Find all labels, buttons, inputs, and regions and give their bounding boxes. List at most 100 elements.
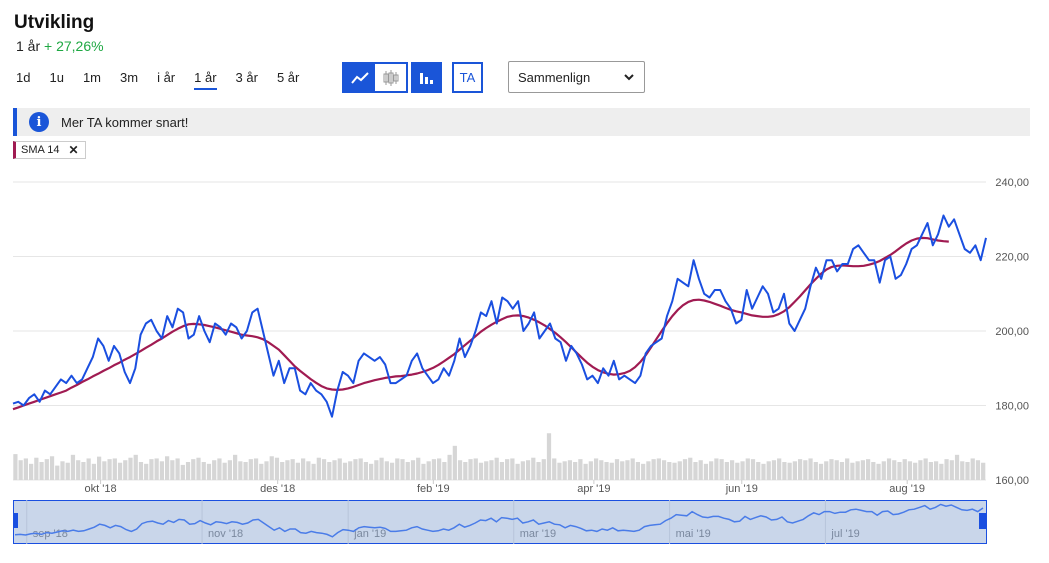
volume-bar — [604, 462, 609, 480]
info-banner-text: Mer TA kommer snart! — [61, 114, 189, 130]
volume-bar — [766, 461, 771, 480]
volume-bar — [159, 461, 165, 480]
volume-bar — [761, 463, 766, 480]
volume-bar — [13, 454, 18, 480]
volume-bar — [180, 464, 185, 480]
volume-bar — [536, 462, 541, 480]
volume-bar — [55, 465, 60, 480]
volume-bar — [965, 462, 970, 480]
volume-bar — [745, 458, 750, 480]
period-ytd[interactable]: i år — [157, 70, 175, 90]
navigator-handle-right[interactable] — [979, 513, 987, 529]
period-5y[interactable]: 5 år — [277, 70, 299, 90]
volume-bar — [886, 458, 892, 480]
volume-bar — [939, 463, 944, 480]
navigator-tick-label: jul '19 — [830, 528, 859, 540]
navigator-handle-left[interactable] — [13, 513, 18, 528]
volume-bar — [374, 460, 379, 480]
volume-bar — [102, 461, 107, 480]
volume-bar — [206, 463, 212, 480]
volume-bar — [614, 459, 620, 480]
volume-bar — [525, 460, 531, 480]
compare-dropdown[interactable]: Sammenlign — [508, 61, 645, 93]
period-1u[interactable]: 1u — [49, 70, 63, 90]
volume-bar — [593, 458, 599, 480]
period-label: 1 år — [16, 38, 41, 54]
compare-dropdown-label: Sammenlign — [518, 69, 591, 85]
period-3y[interactable]: 3 år — [236, 70, 258, 90]
volume-bar — [928, 462, 933, 480]
volume-bar — [133, 454, 138, 480]
period-1d[interactable]: 1d — [16, 70, 30, 90]
volume-bar — [170, 460, 175, 480]
volume-bar — [138, 462, 144, 480]
volume-bar — [311, 463, 316, 480]
volume-bar — [191, 459, 196, 480]
page-title: Utvikling — [14, 12, 95, 33]
volume-bar — [185, 462, 191, 480]
volume-bar — [646, 461, 651, 480]
volume-bar — [457, 460, 463, 480]
volume-bar — [416, 457, 421, 480]
volume-bar — [494, 457, 499, 480]
volume-bar — [845, 458, 850, 480]
close-icon[interactable]: ✕ — [69, 143, 79, 157]
volume-bar — [238, 461, 243, 480]
volume-bar — [96, 456, 102, 480]
period-1m[interactable]: 1m — [83, 70, 101, 90]
volume-bar — [217, 458, 222, 480]
volume-bar — [274, 457, 280, 480]
volume-bar — [813, 462, 818, 480]
volume-bar — [740, 461, 745, 480]
volume-bar — [771, 460, 777, 480]
volume-bar — [913, 462, 918, 480]
volume-bar — [756, 462, 761, 480]
volume-bar — [23, 458, 28, 480]
volume-bar — [625, 460, 630, 480]
volume-bar — [907, 461, 913, 480]
volume-bar — [437, 458, 442, 480]
volume-bar — [714, 458, 719, 480]
volume-bar — [656, 458, 661, 480]
volume-toggle-button[interactable] — [411, 62, 442, 93]
range-navigator[interactable]: sep '18 nov '18 jan '19 mar '19 mai '19 jul '… — [13, 500, 987, 544]
volume-bar — [808, 458, 813, 480]
line-chart-button[interactable] — [344, 64, 375, 91]
volume-bar — [431, 459, 437, 480]
volume-bar — [871, 462, 876, 480]
volume-bar — [520, 461, 525, 480]
volume-bar — [797, 459, 803, 480]
volume-bar — [473, 458, 478, 480]
volume-bar — [70, 454, 76, 480]
navigator-tick-label: jan '19 — [353, 528, 386, 540]
line-chart-icon — [350, 71, 369, 84]
volume-bar — [688, 457, 693, 480]
x-tick-label: aug '19 — [889, 483, 925, 495]
period-1y[interactable]: 1 år — [194, 70, 217, 90]
volume-bar — [855, 461, 860, 480]
volume-bar — [693, 462, 698, 480]
volume-bar — [379, 457, 384, 480]
volume-bar — [28, 463, 34, 480]
y-tick-label: 180,00 — [995, 401, 1029, 413]
period-3m[interactable]: 3m — [120, 70, 138, 90]
volume-bar — [782, 462, 787, 480]
ta-button[interactable]: TA — [452, 62, 483, 93]
volume-bar — [944, 459, 949, 480]
volume-bar — [562, 461, 567, 480]
volume-bars-icon — [419, 72, 433, 84]
volume-bar — [787, 462, 792, 480]
volume-bar — [86, 458, 91, 480]
x-tick-label: feb '19 — [417, 483, 450, 495]
volume-bar — [709, 461, 714, 480]
volume-bar — [149, 459, 154, 480]
volume-bar — [452, 445, 457, 480]
price-chart[interactable]: 240,00 220,00 200,00 180,00 160,00 okt '18 des… — [0, 160, 1049, 500]
volume-bar — [630, 458, 635, 480]
volume-bar — [34, 457, 39, 480]
volume-bar — [567, 460, 573, 480]
candlestick-button[interactable] — [375, 64, 406, 91]
y-tick-label: 200,00 — [995, 326, 1029, 338]
volume-bar — [117, 462, 123, 480]
volume-bar — [405, 462, 410, 480]
